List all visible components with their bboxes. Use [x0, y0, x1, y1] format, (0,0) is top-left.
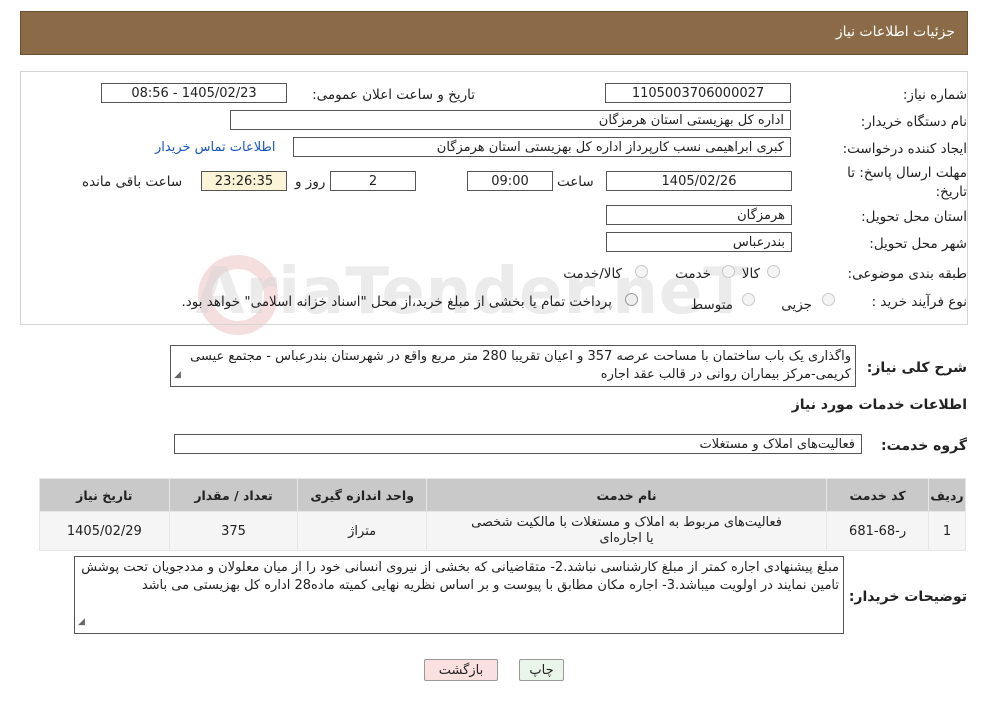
cell-qty: 375 — [168, 511, 299, 551]
services-section-title: اطلاعات خدمات مورد نیاز — [791, 397, 967, 413]
deadline-time-label: ساعت — [557, 174, 594, 190]
province-label: استان محل تحویل: — [861, 209, 967, 225]
deadline-label-date: تاریخ: — [935, 184, 967, 200]
cell-unit: متراژ — [297, 511, 427, 551]
deadline-date-field: 1405/02/26 — [606, 171, 792, 191]
category-radio-service[interactable] — [722, 265, 735, 278]
buyer-contact-link[interactable]: اطلاعات تماس خریدار — [155, 140, 275, 155]
days-field: 2 — [330, 171, 416, 191]
buyer-notes-textarea: مبلغ پیشنهادی اجاره کمتر از مبلغ کارشناس… — [74, 556, 844, 634]
category-label: طبقه بندی موضوعی: — [847, 266, 967, 282]
province-field: هرمزگان — [606, 205, 792, 225]
resize-handle-icon[interactable]: ◢ — [78, 613, 85, 631]
city-label: شهر محل تحویل: — [869, 236, 967, 252]
category-radio-goods[interactable] — [767, 265, 780, 278]
col-header-row: ردیف — [928, 478, 966, 512]
category-service-label: خدمت — [675, 266, 711, 282]
col-header-date: تاریخ نیاز — [39, 478, 170, 512]
cell-code: ر-68-681 — [826, 511, 930, 551]
days-label: روز و — [295, 174, 326, 190]
cell-date: 1405/02/29 — [39, 511, 170, 551]
summary-label: شرح کلی نیاز: — [866, 360, 967, 376]
col-header-code: کد خدمت — [826, 478, 930, 512]
buyer-notes-label: توضیحات خریدار: — [848, 589, 967, 605]
cell-name: فعالیت‌های مربوط به املاک و مستغلات با م… — [425, 511, 828, 551]
col-header-name: نام خدمت — [425, 478, 828, 512]
need-number-label: شماره نیاز: — [902, 87, 967, 103]
purchase-medium-label: متوسط — [690, 297, 733, 313]
category-goods-label: کالا — [741, 266, 760, 282]
purchase-note: پرداخت تمام یا بخشی از مبلغ خرید،از محل … — [181, 294, 612, 310]
treasury-checkbox[interactable] — [625, 293, 638, 306]
announce-label: تاریخ و ساعت اعلان عمومی: — [312, 87, 475, 103]
col-header-unit: واحد اندازه گیری — [297, 478, 427, 512]
deadline-time-field: 09:00 — [467, 171, 553, 191]
cell-row: 1 — [928, 511, 966, 551]
purchase-radio-medium[interactable] — [742, 293, 755, 306]
category-both-label: کالا/خدمت — [563, 266, 622, 282]
remaining-label: ساعت باقی مانده — [82, 174, 183, 190]
creator-label: ایجاد کننده درخواست: — [842, 141, 967, 157]
purchase-type-label: نوع فرآیند خرید : — [871, 294, 967, 310]
resize-handle-icon[interactable]: ◢ — [174, 366, 181, 384]
print-button[interactable]: چاپ — [519, 659, 564, 681]
summary-textarea: واگذاری یک باب ساختمان با مساحت عرصه 357… — [170, 345, 856, 387]
services-table: ردیف کد خدمت نام خدمت واحد اندازه گیری ت… — [39, 478, 966, 551]
need-number-field: 1105003706000027 — [605, 83, 791, 103]
creator-field: کبری ابراهیمی نسب کارپرداز اداره کل بهزی… — [293, 137, 791, 157]
buyer-org-label: نام دستگاه خریدار: — [860, 114, 967, 130]
back-button[interactable]: بازگشت — [424, 659, 498, 681]
buyer-notes-text: مبلغ پیشنهادی اجاره کمتر از مبلغ کارشناس… — [81, 560, 839, 593]
page-header: جزئیات اطلاعات نیاز — [20, 11, 968, 55]
remaining-time-field: 23:26:35 — [201, 171, 287, 191]
service-group-label: گروه خدمت: — [881, 438, 967, 454]
col-header-qty: تعداد / مقدار — [168, 478, 299, 512]
announce-field: 1405/02/23 - 08:56 — [101, 83, 287, 103]
summary-text: واگذاری یک باب ساختمان با مساحت عرصه 357… — [190, 349, 851, 382]
purchase-minor-label: جزیی — [781, 297, 812, 313]
deadline-label: مهلت ارسال پاسخ: تا — [847, 165, 967, 181]
category-radio-both[interactable] — [635, 265, 648, 278]
page-title: جزئیات اطلاعات نیاز — [835, 24, 955, 40]
purchase-radio-minor[interactable] — [822, 293, 835, 306]
city-field: بندرعباس — [606, 232, 792, 252]
service-group-field: فعالیت‌های املاک و مستغلات — [174, 434, 862, 454]
table-row: 1 ر-68-681 فعالیت‌های مربوط به املاک و م… — [39, 511, 966, 551]
buyer-org-field: اداره کل بهزیستی استان هرمزگان — [230, 110, 791, 130]
